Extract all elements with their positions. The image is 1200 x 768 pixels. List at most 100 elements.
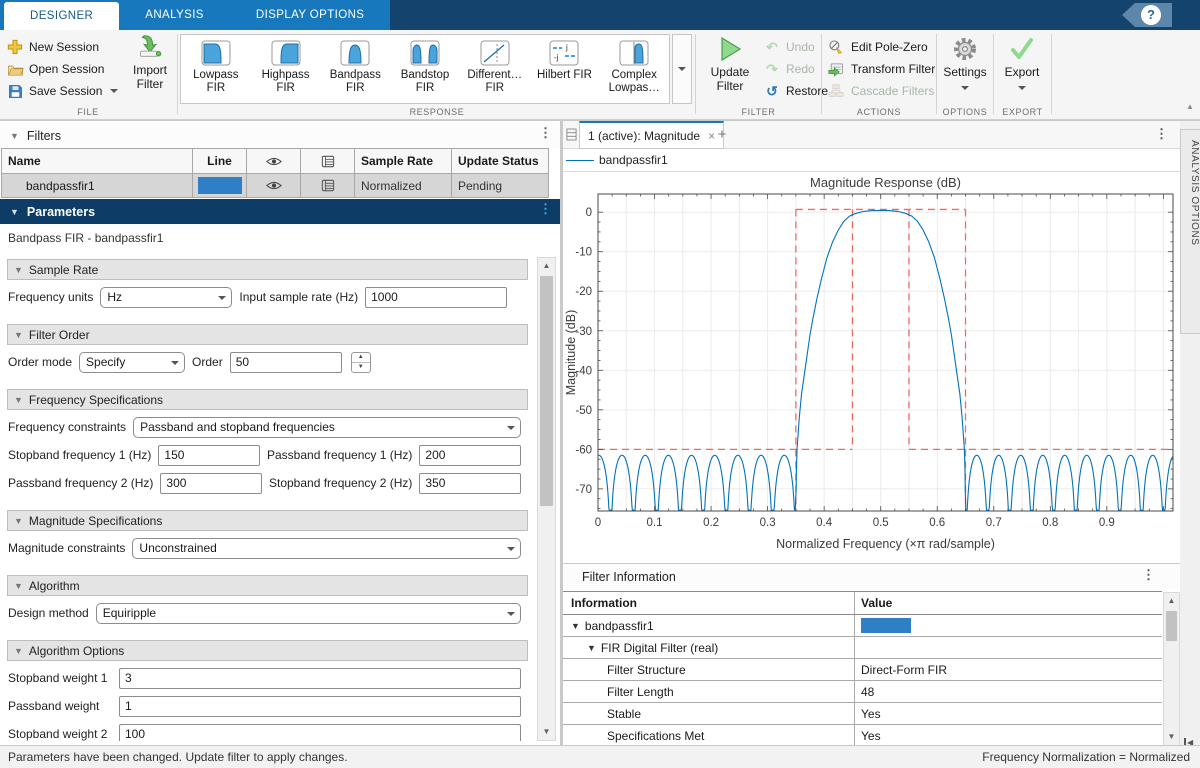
filters-collapse-icon[interactable]: ▼ bbox=[10, 131, 19, 141]
tab-magnitude-view[interactable]: 1 (active): Magnitude × bbox=[579, 121, 724, 149]
info-row-fir-digital-filter-real[interactable]: ▼FIR Digital Filter (real) bbox=[563, 637, 1162, 659]
param-order-spinner[interactable]: ▲▼ bbox=[351, 352, 371, 373]
filters-menu-icon[interactable]: ⋮ bbox=[539, 125, 552, 141]
section-header-algorithm[interactable]: ▼Algorithm bbox=[7, 575, 528, 596]
section-header-magnitude-specifications[interactable]: ▼Magnitude Specifications bbox=[7, 510, 528, 531]
parameters-collapse-icon[interactable]: ▼ bbox=[10, 207, 19, 217]
x-tick-label: 0.6 bbox=[929, 517, 945, 529]
response-highpass-fir-button[interactable]: HighpassFIR bbox=[251, 35, 321, 103]
response-complex-lowpas-button[interactable]: ComplexLowpas… bbox=[599, 35, 669, 103]
info-row-bandpassfir1[interactable]: ▼bandpassfir1 bbox=[563, 615, 1162, 637]
response-hilbert-fir-button[interactable]: j-jHilbert FIR bbox=[530, 35, 600, 103]
display-menu-icon[interactable]: ⋮ bbox=[1155, 126, 1168, 142]
section-header-frequency-specifications[interactable]: ▼Frequency Specifications bbox=[7, 389, 528, 410]
info-row-filter-length[interactable]: Filter Length48 bbox=[563, 681, 1162, 703]
info-row-stable[interactable]: StableYes bbox=[563, 703, 1162, 725]
param-stopband-frequency-2-hz-input[interactable]: 350 bbox=[419, 473, 521, 494]
tab-display-options[interactable]: DISPLAY OPTIONS bbox=[230, 0, 390, 30]
undo-button: ↶ Undo bbox=[763, 37, 815, 57]
scroll-up-icon[interactable]: ▲ bbox=[1164, 593, 1179, 609]
gallery-expand-button[interactable] bbox=[672, 34, 692, 104]
info-column-header[interactable]: Information bbox=[563, 592, 855, 614]
col-line[interactable]: Line bbox=[193, 149, 247, 173]
parameters-scrollbar[interactable]: ▲ ▼ bbox=[537, 257, 556, 741]
filter-information-menu-icon[interactable]: ⋮ bbox=[1142, 567, 1155, 583]
x-tick-label: 0.7 bbox=[986, 517, 1002, 529]
section-frequency-specifications: ▼Frequency SpecificationsFrequency const… bbox=[0, 389, 535, 494]
x-tick-label: 0.2 bbox=[703, 517, 719, 529]
filter-line-color[interactable] bbox=[193, 174, 247, 197]
response-bandstop-fir-button[interactable]: BandstopFIR bbox=[390, 35, 460, 103]
param-passband-frequency-2-hz-input[interactable]: 300 bbox=[160, 473, 262, 494]
dropdown-value: Unconstrained bbox=[139, 541, 216, 555]
col-info[interactable] bbox=[301, 149, 355, 173]
section-header-algorithm-options[interactable]: ▼Algorithm Options bbox=[7, 640, 528, 661]
redo-icon: ↷ bbox=[763, 61, 781, 78]
info-row-filter-structure[interactable]: Filter StructureDirect-Form FIR bbox=[563, 659, 1162, 681]
col-sample-rate[interactable]: Sample Rate bbox=[355, 149, 452, 173]
restore-button[interactable]: ↺ Restore bbox=[763, 81, 828, 101]
y-tick-label: -20 bbox=[575, 286, 592, 298]
info-row-specifications-met[interactable]: Specifications MetYes bbox=[563, 725, 1162, 745]
tab-analysis[interactable]: ANALYSIS bbox=[119, 0, 230, 30]
open-session-button[interactable]: Open Session bbox=[6, 59, 104, 79]
x-axis-label: Normalized Frequency (×π rad/sample) bbox=[776, 537, 995, 551]
export-section-label: EXPORT bbox=[995, 107, 1050, 117]
response-item-label: FIR bbox=[416, 82, 435, 95]
filter-visible-toggle[interactable] bbox=[247, 174, 301, 197]
value-column-header[interactable]: Value bbox=[855, 592, 1162, 614]
save-session-button[interactable]: Save Session bbox=[6, 81, 118, 101]
param-frequency-constraints-dropdown[interactable]: Passband and stopband frequencies bbox=[133, 417, 521, 438]
scrollbar-thumb[interactable] bbox=[1166, 611, 1177, 641]
param-passband-frequency-1-hz-input[interactable]: 200 bbox=[419, 445, 521, 466]
param-passband-weight-input[interactable]: 1 bbox=[119, 696, 521, 717]
param-stopband-weight-2-input[interactable]: 100 bbox=[119, 724, 521, 742]
param-design-method-dropdown[interactable]: Equiripple bbox=[96, 603, 521, 624]
param-stopband-frequency-1-hz-input[interactable]: 150 bbox=[158, 445, 260, 466]
import-filter-button[interactable]: Import Filter bbox=[126, 34, 174, 106]
param-magnitude-constraints-dropdown[interactable]: Unconstrained bbox=[132, 538, 521, 559]
scroll-up-icon[interactable]: ▲ bbox=[538, 258, 555, 274]
filter-info-toggle[interactable] bbox=[301, 174, 355, 197]
tab-designer[interactable]: DESIGNER bbox=[4, 2, 119, 30]
response-bandpass-fir-button[interactable]: BandpassFIR bbox=[320, 35, 390, 103]
scrollbar-thumb[interactable] bbox=[540, 276, 553, 506]
collapse-toolstrip-button[interactable]: ▲ bbox=[1182, 102, 1198, 116]
section-header-sample-rate[interactable]: ▼Sample Rate bbox=[7, 259, 528, 280]
param-order-input[interactable]: 50 bbox=[230, 352, 342, 373]
update-filter-button[interactable]: Update Filter bbox=[699, 36, 761, 93]
response-different-fir-button[interactable]: Different…FIR bbox=[460, 35, 530, 103]
analysis-options-tab[interactable]: ANALYSIS OPTIONS bbox=[1180, 129, 1200, 334]
magnitude-response-plot[interactable]: 00.10.20.30.40.50.60.70.80.90-10-20-30-4… bbox=[563, 172, 1180, 563]
param-frequency-units-dropdown[interactable]: Hz bbox=[100, 287, 232, 308]
scroll-down-icon[interactable]: ▼ bbox=[538, 724, 555, 740]
col-name[interactable]: Name bbox=[2, 149, 193, 173]
transform-filter-button[interactable]: Transform Filter bbox=[827, 59, 935, 79]
y-tick-label: 0 bbox=[586, 207, 592, 219]
filter-info-scrollbar[interactable]: ▲ ▼ bbox=[1163, 592, 1180, 745]
col-update-status[interactable]: Update Status bbox=[452, 149, 548, 173]
save-session-dropdown-icon[interactable] bbox=[110, 89, 118, 93]
param-stopband-weight-1-input[interactable]: 3 bbox=[119, 668, 521, 689]
spinner-up-icon[interactable]: ▲ bbox=[352, 353, 370, 363]
tree-collapse-icon[interactable]: ▼ bbox=[571, 621, 580, 631]
section-header-filter-order[interactable]: ▼Filter Order bbox=[7, 324, 528, 345]
param-order-mode-dropdown[interactable]: Specify bbox=[79, 352, 185, 373]
line-color-swatch bbox=[198, 177, 242, 194]
gallery-expand-icon bbox=[678, 67, 686, 71]
response-lowpass-fir-button[interactable]: LowpassFIR bbox=[181, 35, 251, 103]
scroll-down-icon[interactable]: ▼ bbox=[1164, 729, 1179, 745]
param-input-sample-rate-hz-input[interactable]: 1000 bbox=[365, 287, 507, 308]
help-button[interactable]: ? bbox=[1122, 3, 1172, 27]
spinner-down-icon[interactable]: ▼ bbox=[352, 363, 370, 372]
new-view-button[interactable]: + bbox=[711, 125, 733, 145]
export-button[interactable]: Export bbox=[997, 36, 1047, 93]
new-session-button[interactable]: New Session bbox=[6, 37, 99, 57]
edit-pole-zero-button[interactable]: Edit Pole-Zero bbox=[827, 37, 928, 57]
options-section: Settings OPTIONS bbox=[938, 30, 992, 120]
col-visible[interactable] bbox=[247, 149, 301, 173]
tree-collapse-icon[interactable]: ▼ bbox=[587, 643, 596, 653]
filter-row-bandpassfir1[interactable]: bandpassfir1 Normalized Pending bbox=[2, 173, 548, 197]
parameters-menu-icon[interactable]: ⋮ bbox=[539, 201, 552, 217]
settings-button[interactable]: Settings bbox=[940, 36, 990, 93]
